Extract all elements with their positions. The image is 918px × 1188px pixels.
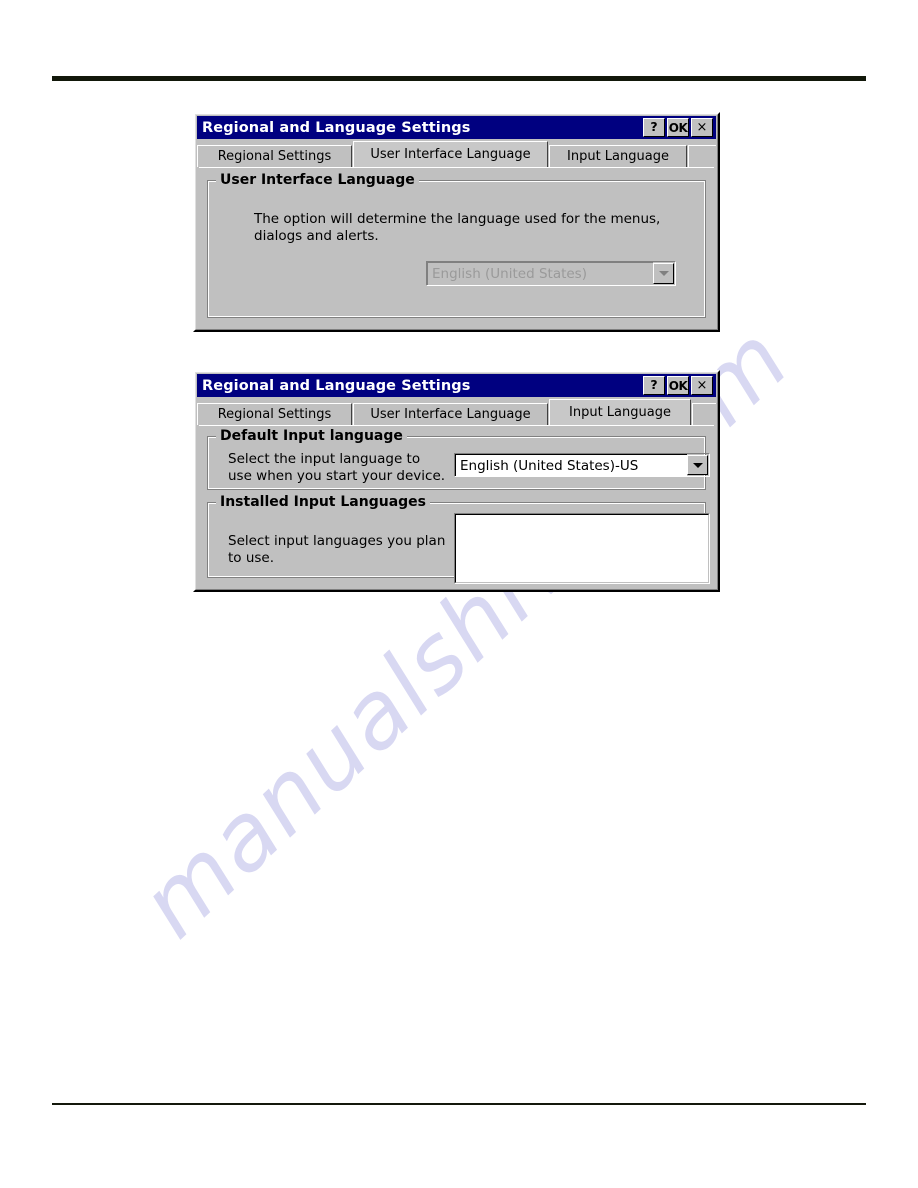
chevron-down-icon[interactable] <box>653 263 674 284</box>
default-input-language-description: Select the input language to use when yo… <box>228 451 446 484</box>
dialog2-titlebar: Regional and Language Settings ? OK × <box>197 374 716 397</box>
default-input-language-combo-value: English (United States)-US <box>455 454 687 476</box>
tab-user-interface-language[interactable]: User Interface Language <box>353 403 548 425</box>
user-interface-language-group: User Interface Language The option will … <box>207 172 706 318</box>
chevron-down-icon[interactable] <box>687 455 708 475</box>
dialog1-tabstrip: Regional Settings User Interface Languag… <box>197 140 716 167</box>
default-input-language-group: Default Input language Select the input … <box>207 428 710 490</box>
tab-label: Regional Settings <box>217 407 332 422</box>
tab-user-interface-language[interactable]: User Interface Language <box>353 141 548 167</box>
dialog1-titlebar-buttons: ? OK × <box>643 118 713 137</box>
installed-input-languages-listbox[interactable] <box>454 513 710 584</box>
dialog1-titlebar: Regional and Language Settings ? OK × <box>197 116 716 139</box>
regional-language-settings-dialog-ui-language: Regional and Language Settings ? OK × Re… <box>193 112 720 332</box>
tab-regional-settings[interactable]: Regional Settings <box>197 145 352 167</box>
page-footer-rule <box>52 1103 866 1105</box>
tab-regional-settings[interactable]: Regional Settings <box>197 403 352 425</box>
help-button[interactable]: ? <box>643 118 665 137</box>
ui-language-combo[interactable]: English (United States) <box>426 261 676 286</box>
dialog2-client-area: Default Input language Select the input … <box>199 425 714 586</box>
dialog1-client-area: User Interface Language The option will … <box>199 167 714 326</box>
tab-label: User Interface Language <box>370 147 531 162</box>
listbox-content[interactable] <box>455 514 709 583</box>
tab-input-language[interactable]: Input Language <box>549 399 691 425</box>
regional-language-settings-dialog-input-language: Regional and Language Settings ? OK × Re… <box>193 370 720 592</box>
dialog2-titlebar-buttons: ? OK × <box>643 376 713 395</box>
dialog2-tabstrip: Regional Settings User Interface Languag… <box>197 398 716 425</box>
page-header-rule <box>52 76 866 81</box>
ok-button[interactable]: OK <box>667 118 689 137</box>
dialog2-title: Regional and Language Settings <box>202 377 471 394</box>
close-button[interactable]: × <box>691 376 713 395</box>
tab-label: Regional Settings <box>217 149 332 164</box>
group-title: Installed Input Languages <box>216 494 430 510</box>
dialog1-title: Regional and Language Settings <box>202 119 471 136</box>
tabstrip-filler <box>688 145 716 167</box>
help-button[interactable]: ? <box>643 376 665 395</box>
ui-language-combo-value: English (United States) <box>427 262 653 285</box>
ui-language-description: The option will determine the language u… <box>254 211 661 244</box>
installed-input-languages-group: Installed Input Languages Select input l… <box>207 494 710 584</box>
tab-label: Input Language <box>567 149 669 164</box>
group-title: Default Input language <box>216 428 407 444</box>
default-input-language-combo[interactable]: English (United States)-US <box>454 453 710 477</box>
tab-label: Input Language <box>569 405 671 420</box>
ok-button[interactable]: OK <box>667 376 689 395</box>
group-title: User Interface Language <box>216 172 419 188</box>
tab-label: User Interface Language <box>370 407 531 422</box>
installed-input-languages-description: Select input languages you plan to use. <box>228 533 446 566</box>
tabstrip-filler <box>692 403 716 425</box>
close-button[interactable]: × <box>691 118 713 137</box>
tab-input-language[interactable]: Input Language <box>549 145 687 167</box>
